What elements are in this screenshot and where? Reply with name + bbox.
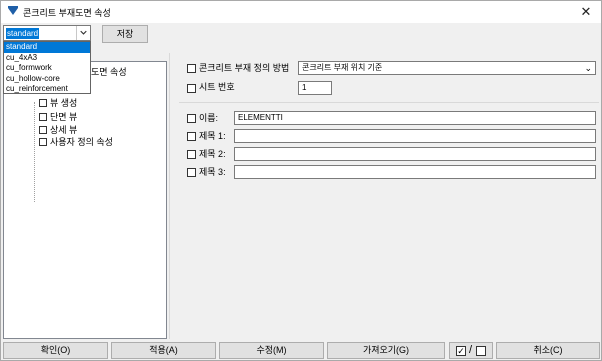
tree-item-checkbox[interactable] [39,137,47,146]
title3-input[interactable] [234,165,596,179]
sheet-number-checkbox[interactable] [187,84,196,93]
tree-panel: 도면 속성 뷰 생성 단면 뷰 상세 뷰 사용자 정의 속성 [3,61,167,339]
ok-button[interactable]: 확인(O) [3,342,108,359]
preset-combobox[interactable]: standard [3,25,91,41]
preset-option[interactable]: cu_reinforcement [4,84,90,95]
panel-splitter[interactable] [169,53,170,339]
get-button[interactable]: 가져오기(G) [327,342,445,359]
name-input[interactable]: ELEMENTTI [234,111,596,125]
title-bar: 콘크리트 부재도면 속성 ✕ [1,1,601,23]
apply-button[interactable]: 적용(A) [111,342,216,359]
preset-option[interactable]: cu_4xA3 [4,53,90,64]
close-icon[interactable]: ✕ [577,3,595,21]
uncheck-all-icon [476,346,486,356]
app-icon [8,6,18,15]
title2-label: 제목 2: [199,149,226,159]
title2-input[interactable] [234,147,596,161]
chevron-down-icon: ⌄ [584,63,592,73]
preset-option[interactable]: standard [4,42,90,53]
save-button[interactable]: 저장 [102,25,148,43]
window-title: 콘크리트 부재도면 속성 [23,8,111,18]
tree-connector [34,102,35,202]
tree-item-checkbox[interactable] [39,98,47,107]
title3-checkbox[interactable] [187,168,196,177]
toggle-all-button[interactable]: ✓ / [449,342,493,359]
name-label: 이름: [199,113,219,123]
title1-label: 제목 1: [199,131,226,141]
modify-button[interactable]: 수정(M) [219,342,324,359]
preset-dropdown-list[interactable]: standard cu_4xA3 cu_formwork cu_hollow-c… [3,41,91,94]
sheet-number-label: 시트 번호 [199,82,235,92]
tree-item-user-attributes[interactable]: 사용자 정의 속성 [39,137,113,148]
title2-checkbox[interactable] [187,150,196,159]
tree-item-checkbox[interactable] [39,125,47,134]
check-all-icon: ✓ [456,346,466,356]
tree-item-detail-view[interactable]: 상세 뷰 [39,125,77,136]
title1-checkbox[interactable] [187,132,196,141]
tree-item-section-view[interactable]: 단면 뷰 [39,112,77,123]
name-checkbox[interactable] [187,114,196,123]
slash-separator: / [469,344,473,356]
definition-method-label: 콘크리트 부재 정의 방법 [199,63,290,73]
preset-combobox-value: standard [6,28,40,39]
tree-item-checkbox[interactable] [39,112,47,121]
title1-input[interactable] [234,129,596,143]
title3-label: 제목 3: [199,167,226,177]
dialog-window: 콘크리트 부재도면 속성 ✕ standard 저장 도면 속성 뷰 생성 단면… [0,0,602,361]
preset-option[interactable]: cu_hollow-core [4,74,90,85]
chevron-down-icon[interactable] [76,26,90,40]
definition-method-select[interactable]: 콘크리트 부재 위치 기준 ⌄ [298,61,596,75]
tree-root-label: 도면 속성 [91,67,127,77]
preset-option[interactable]: cu_formwork [4,63,90,74]
definition-method-value: 콘크리트 부재 위치 기준 [302,63,383,72]
definition-method-checkbox[interactable] [187,64,196,73]
section-divider [179,102,599,103]
button-bar: 확인(O) 적용(A) 수정(M) 가져오기(G) ✓ / 취소(C) [1,342,602,360]
tree-item-view-creation[interactable]: 뷰 생성 [39,98,77,109]
sheet-number-input[interactable]: 1 [298,81,332,95]
cancel-button[interactable]: 취소(C) [496,342,600,359]
